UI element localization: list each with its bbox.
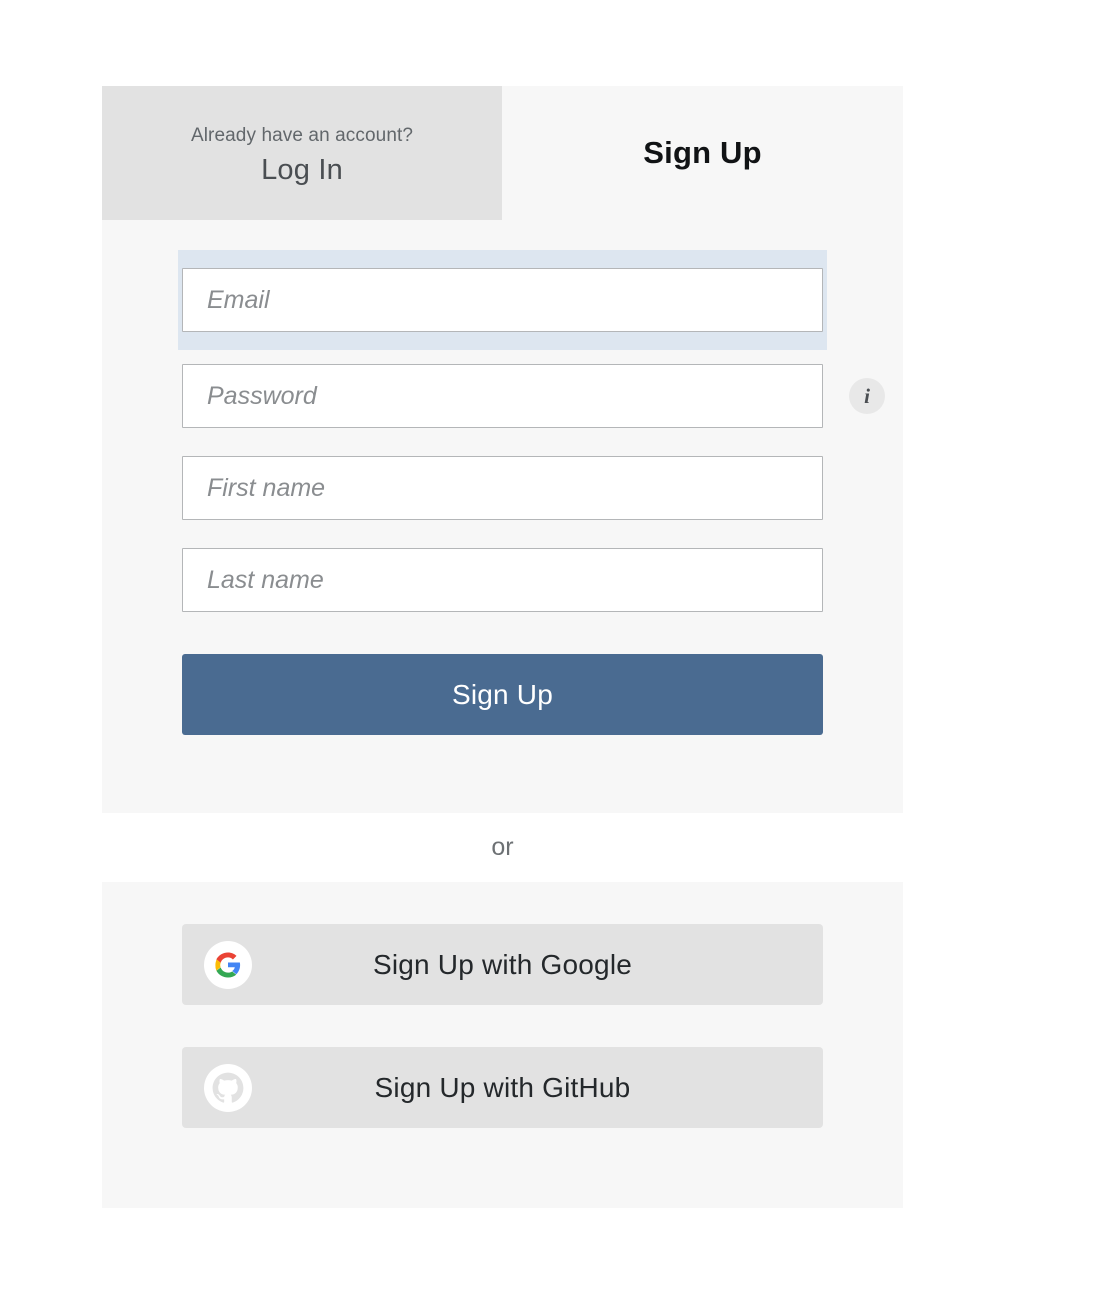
tab-signup-label: Sign Up [643, 135, 762, 171]
email-input[interactable] [182, 268, 823, 332]
github-logo-icon [204, 1063, 252, 1112]
google-logo-icon [204, 940, 252, 989]
signup-with-github-button[interactable]: Sign Up with GitHub [182, 1047, 823, 1128]
auth-tab-row: Already have an account? Log In Sign Up [102, 86, 903, 220]
signup-with-google-label: Sign Up with Google [372, 948, 633, 980]
social-signup-panel: Sign Up with Google Sign Up with GitHub [102, 882, 903, 1208]
first-name-field-wrapper [182, 442, 823, 534]
last-name-input[interactable] [182, 548, 823, 612]
signup-with-google-button[interactable]: Sign Up with Google [182, 924, 823, 1005]
password-field-wrapper: i [182, 350, 885, 442]
login-prompt-text: Already have an account? [190, 124, 414, 146]
submit-row: Sign Up [182, 654, 823, 735]
tab-login-label: Log In [261, 153, 343, 186]
first-name-input[interactable] [182, 456, 823, 520]
password-info-icon[interactable]: i [849, 378, 885, 414]
signup-with-github-label: Sign Up with GitHub [374, 1071, 631, 1103]
last-name-field-wrapper [182, 534, 823, 626]
or-divider: or [102, 813, 903, 882]
password-input[interactable] [182, 364, 823, 428]
tab-signup[interactable]: Sign Up [502, 86, 903, 220]
signup-submit-button[interactable]: Sign Up [182, 654, 823, 735]
signup-form-panel: i Sign Up [102, 220, 903, 813]
auth-card: Already have an account? Log In Sign Up … [102, 86, 903, 1208]
tab-login[interactable]: Already have an account? Log In [102, 86, 502, 220]
or-divider-label: or [491, 833, 514, 861]
email-field-wrapper [178, 250, 827, 350]
